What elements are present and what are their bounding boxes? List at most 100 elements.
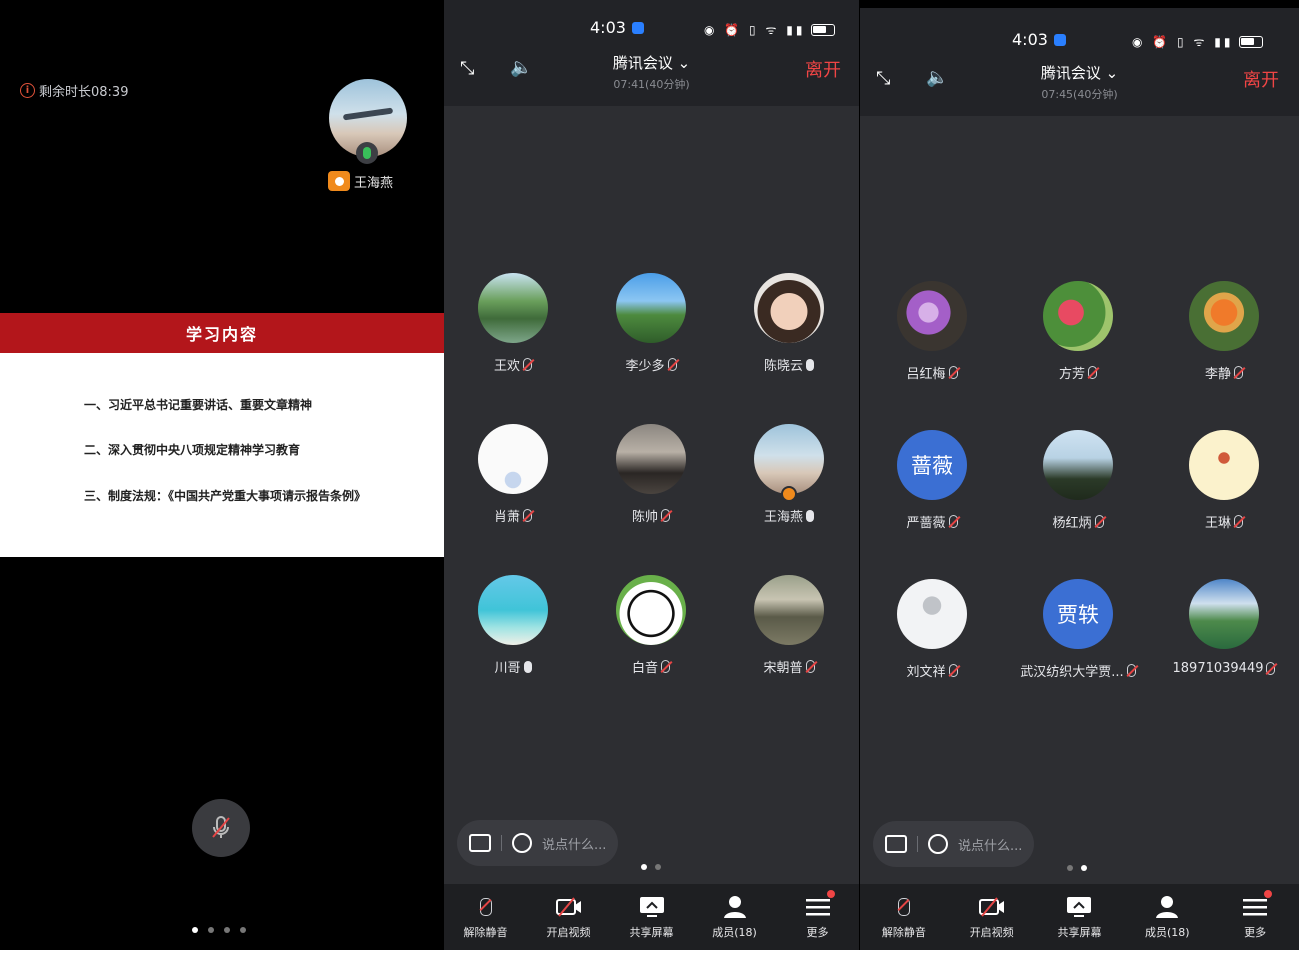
member-avatar[interactable]: 蔷薇	[897, 430, 967, 500]
member-avatar[interactable]	[616, 575, 686, 645]
member-avatar[interactable]	[478, 273, 548, 343]
member-name-row: 陈帅	[582, 506, 720, 525]
member-tile[interactable]: 王欢	[444, 273, 582, 374]
emoji-icon[interactable]	[928, 834, 948, 854]
member-tile[interactable]: 方芳	[1009, 281, 1147, 382]
slide-item: 一、习近平总书记重要讲话、重要文章精神	[84, 398, 313, 412]
mic-muted-icon	[948, 664, 958, 677]
members-button[interactable]: 成员(18)	[700, 894, 770, 940]
bottom-toolbar: 解除静音 开启视频 共享屏幕 成员(18) 更多	[860, 884, 1299, 950]
member-tile[interactable]: 李少多	[582, 273, 720, 374]
member-tile[interactable]: 王琳	[1155, 430, 1293, 531]
more-button[interactable]: 更多	[1220, 890, 1290, 940]
member-tile[interactable]: 蔷薇 严蔷薇	[863, 430, 1001, 531]
share-screen-icon	[639, 897, 664, 917]
meeting-title[interactable]: 腾讯会议 ⌄	[444, 52, 859, 73]
meeting-header: ⤡ 🔈 腾讯会议 ⌄ 07:41(40分钟) 离开	[444, 46, 859, 106]
member-name-row: 白音	[582, 657, 720, 676]
gallery-panel-1: 4:03 ◉ ⏰ ▯ ᯤ ▮▮ ⤡ 🔈 腾讯会议 ⌄ 07:41(40分钟) 离…	[444, 0, 859, 950]
member-tile[interactable]: 吕红梅	[863, 281, 1001, 382]
member-name-row: 王欢	[444, 355, 582, 374]
mic-muted-icon	[948, 366, 958, 379]
chat-icon[interactable]	[885, 835, 907, 853]
share-screen-button[interactable]: 共享屏幕	[617, 894, 687, 940]
member-name: 方芳	[1058, 367, 1085, 382]
chat-bar[interactable]: 说点什么...	[873, 821, 1035, 867]
member-avatar[interactable]	[897, 579, 967, 649]
gallery-panel-2: 4:03 ◉ ⏰ ▯ ᯤ ▮▮ ⤡ 🔈 腾讯会议 ⌄ 07:45(40分钟) 离…	[860, 8, 1299, 950]
remaining-time-text: 剩余时长08:39	[39, 85, 129, 100]
info-icon: i	[20, 83, 35, 98]
status-time: 4:03	[1012, 30, 1066, 49]
member-name: 陈晓云	[763, 359, 803, 374]
video-button[interactable]: 开启视频	[534, 894, 604, 940]
chat-input[interactable]: 说点什么...	[958, 835, 1022, 854]
chat-input[interactable]: 说点什么...	[542, 834, 606, 853]
chat-bar[interactable]: 说点什么...	[457, 820, 619, 866]
mic-on-icon	[806, 358, 814, 371]
member-name: 宋朝普	[763, 661, 803, 676]
member-avatar[interactable]	[1189, 579, 1259, 649]
member-avatar[interactable]	[478, 424, 548, 494]
member-tile[interactable]: 白音	[582, 575, 720, 676]
member-avatar[interactable]: 贾轶	[1043, 579, 1113, 649]
member-avatar[interactable]	[1043, 430, 1113, 500]
unmute-button[interactable]: 解除静音	[869, 894, 939, 940]
app-badge-icon	[631, 21, 644, 34]
page-indicator	[641, 864, 661, 870]
chat-icon[interactable]	[469, 834, 491, 852]
member-name-row: 陈晓云	[720, 355, 858, 374]
notification-dot	[826, 890, 835, 898]
member-tile[interactable]: 王海燕	[720, 424, 858, 525]
member-tile[interactable]: 刘文祥	[863, 579, 1001, 680]
member-avatar[interactable]	[616, 424, 686, 494]
battery-icon	[811, 23, 836, 36]
member-avatar[interactable]	[754, 575, 824, 645]
member-name: 杨红炳	[1052, 516, 1092, 531]
member-avatar[interactable]	[1189, 430, 1259, 500]
member-name: 刘文祥	[906, 665, 946, 680]
member-tile[interactable]: 杨红炳	[1009, 430, 1147, 531]
mic-muted-icon	[523, 358, 532, 371]
member-tile[interactable]: 18971039449	[1155, 579, 1293, 676]
members-button[interactable]: 成员(18)	[1132, 894, 1202, 940]
more-button[interactable]: 更多	[783, 890, 853, 940]
member-avatar[interactable]	[1189, 281, 1259, 351]
menu-icon	[805, 899, 830, 916]
speaker-view-panel: i 剩余时长08:39 王海燕 学习内容 一、习近平总书记重要讲话、重要文章精神…	[0, 0, 444, 950]
member-avatar[interactable]	[616, 273, 686, 343]
mic-muted-icon	[661, 509, 670, 522]
member-name-row: 18971039449	[1155, 661, 1293, 676]
member-tile[interactable]: 贾轶 武汉纺织大学贾...	[1009, 579, 1147, 680]
meeting-duration: 07:45(40分钟)	[1041, 88, 1118, 101]
member-avatar[interactable]	[754, 424, 824, 494]
member-tile[interactable]: 肖萧	[444, 424, 582, 525]
member-avatar[interactable]	[1043, 281, 1113, 351]
mic-active-icon	[356, 142, 378, 164]
member-tile[interactable]: 川哥	[444, 575, 582, 676]
member-tile[interactable]: 李静	[1155, 281, 1293, 382]
member-tile[interactable]: 宋朝普	[720, 575, 858, 676]
status-time: 4:03	[590, 18, 644, 37]
member-name-row: 王海燕	[720, 506, 858, 525]
slide-title: 学习内容	[0, 313, 444, 353]
notification-dot	[1264, 890, 1273, 898]
leave-button[interactable]: 离开	[805, 56, 841, 82]
member-tile[interactable]: 陈帅	[582, 424, 720, 525]
video-button[interactable]: 开启视频	[957, 894, 1027, 940]
member-tile[interactable]: 陈晓云	[720, 273, 858, 374]
member-avatar[interactable]	[478, 575, 548, 645]
system-status-icons: ◉ ⏰ ▯ ᯤ ▮▮	[1132, 33, 1264, 50]
slide-item: 三、制度法规：《中国共产党重大事项请示报告条例》	[84, 489, 367, 503]
page-indicator	[192, 927, 246, 933]
leave-button[interactable]: 离开	[1243, 66, 1279, 92]
mute-toggle-button[interactable]	[192, 799, 250, 857]
member-avatar[interactable]	[754, 273, 824, 343]
emoji-icon[interactable]	[512, 833, 532, 853]
mic-muted-icon	[1266, 662, 1276, 675]
member-avatar[interactable]	[897, 281, 967, 351]
share-screen-button[interactable]: 共享屏幕	[1044, 894, 1114, 940]
member-name-row: 王琳	[1155, 512, 1293, 531]
unmute-button[interactable]: 解除静音	[451, 894, 521, 940]
meeting-title[interactable]: 腾讯会议 ⌄	[860, 62, 1299, 83]
